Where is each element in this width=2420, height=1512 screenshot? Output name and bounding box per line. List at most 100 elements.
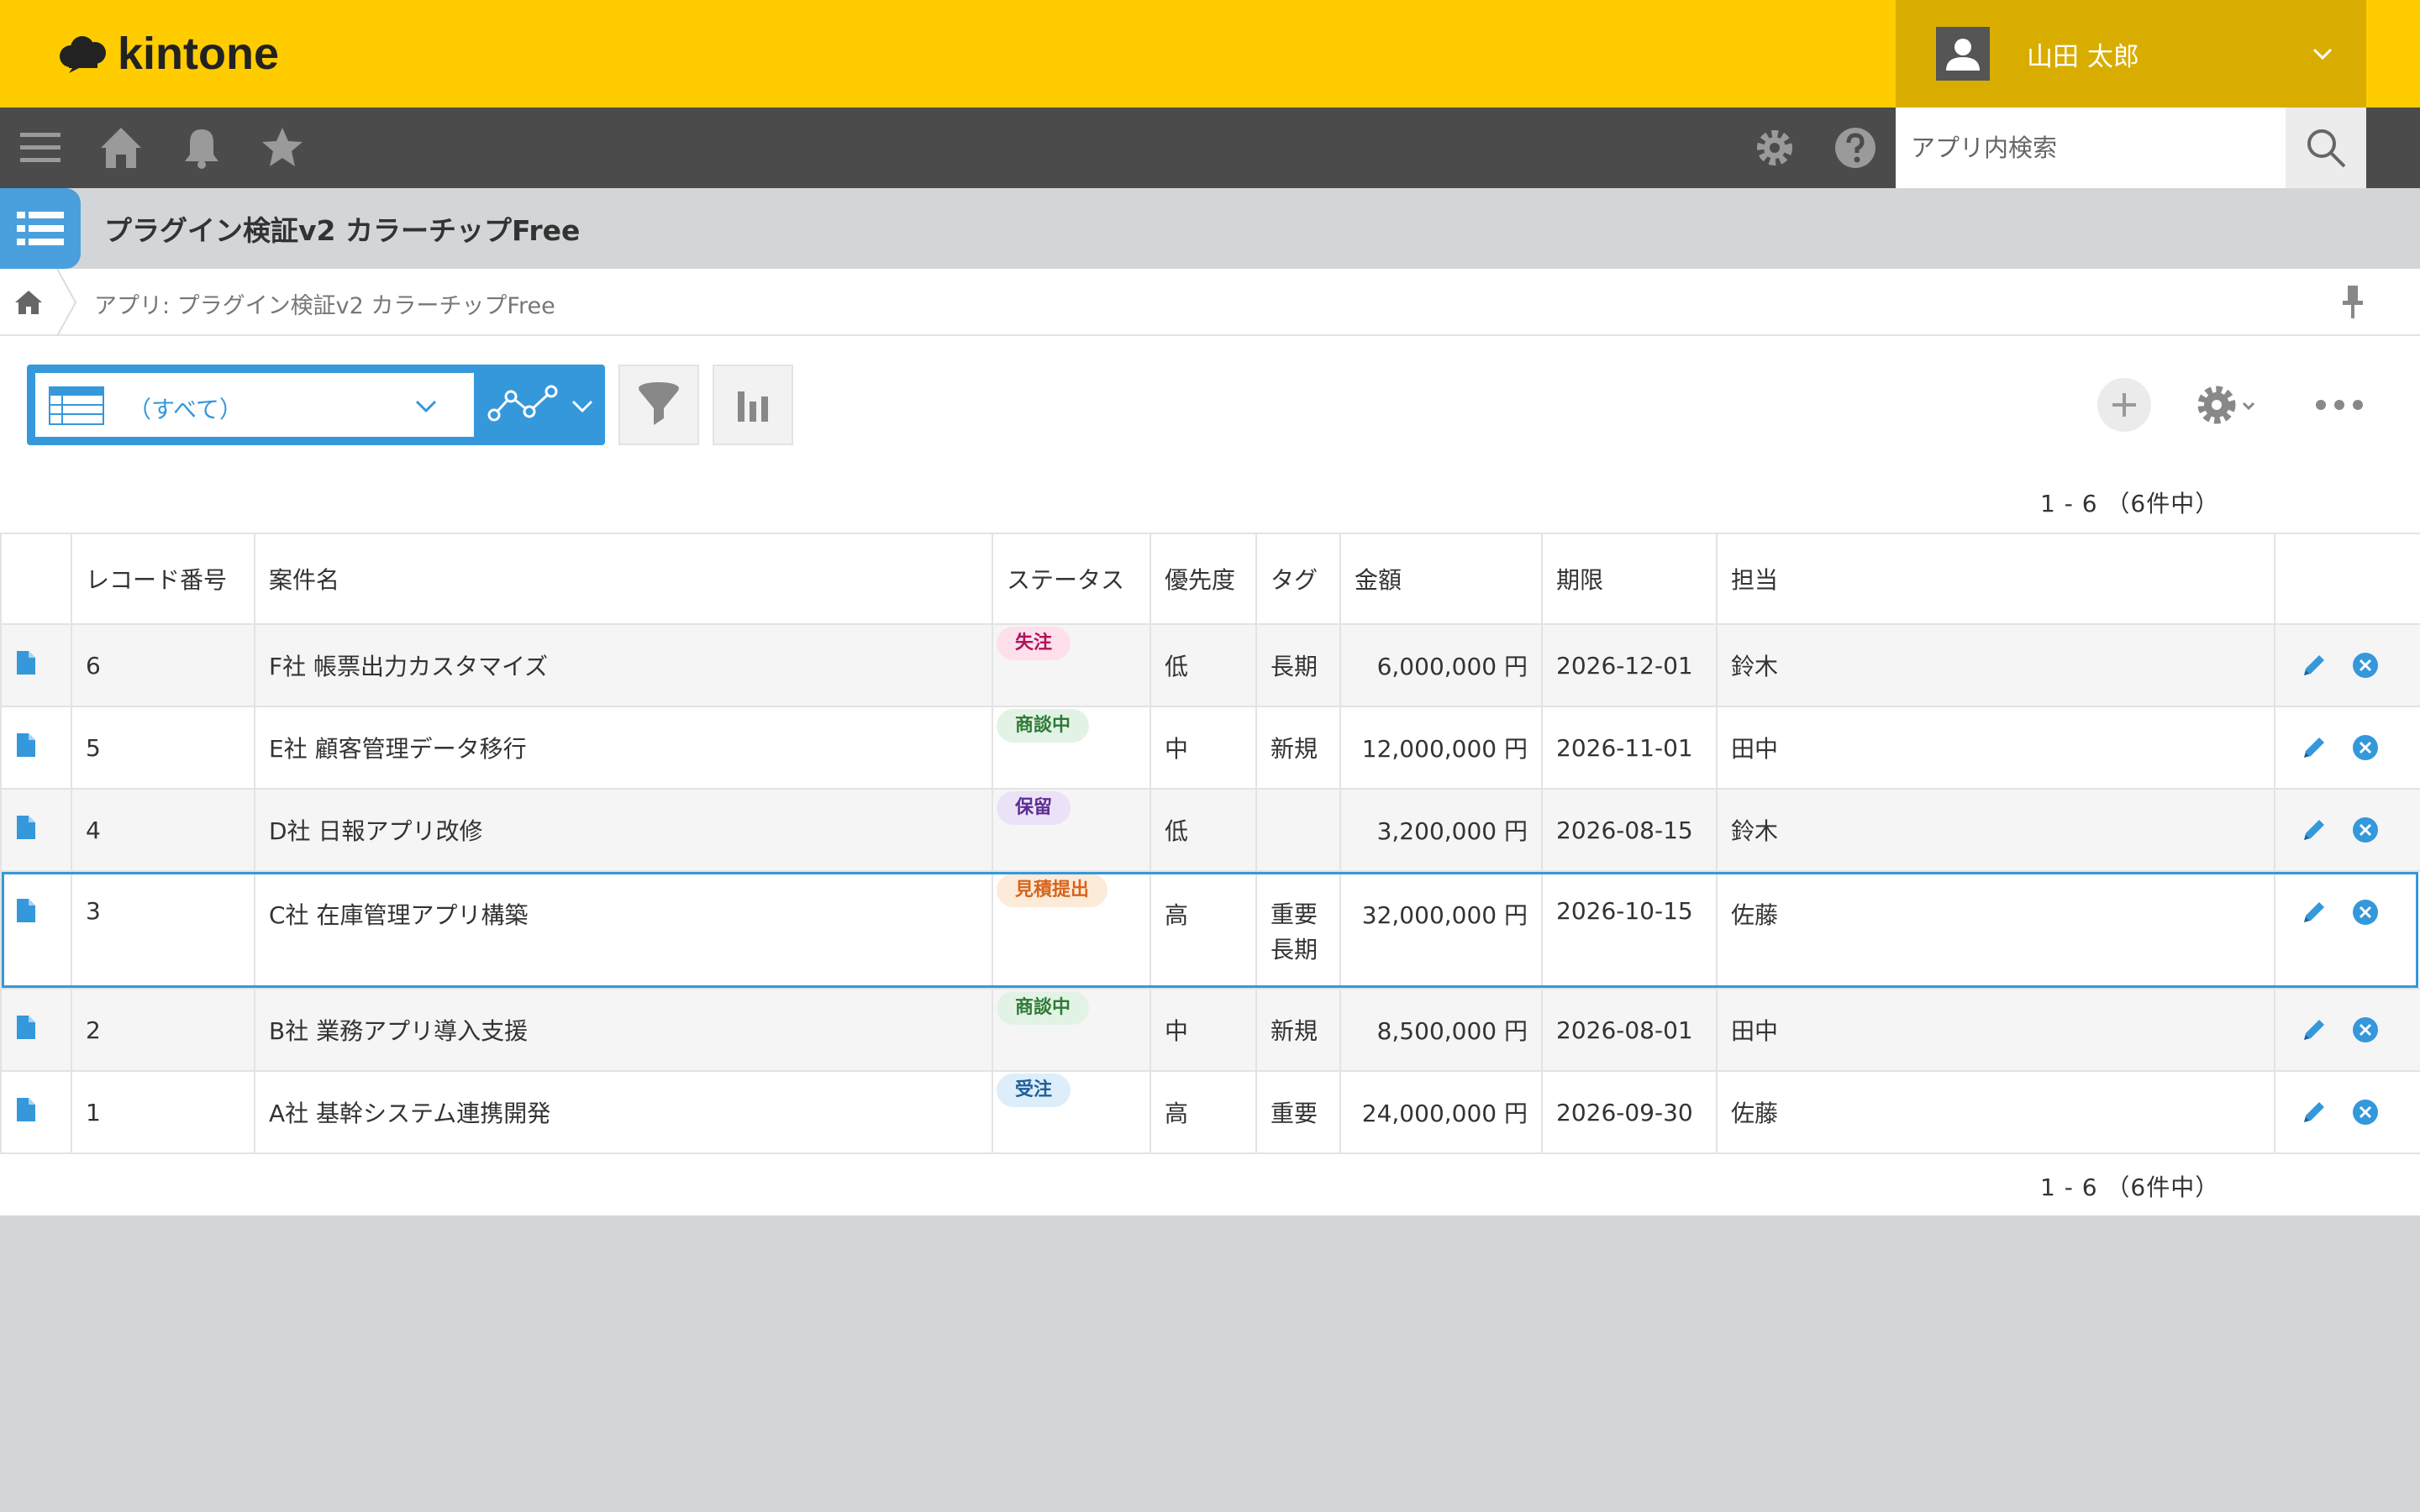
due-date: 2026-11-01 <box>1541 706 1718 790</box>
delete-x-icon[interactable] <box>2351 651 2380 680</box>
bell-icon[interactable] <box>178 124 225 171</box>
document-icon[interactable] <box>15 649 37 676</box>
record-detail-cell[interactable] <box>0 706 72 790</box>
status-cell: 見積提出 <box>992 870 1151 990</box>
help-icon[interactable] <box>1832 124 1879 171</box>
document-icon[interactable] <box>15 1096 37 1123</box>
star-icon[interactable] <box>259 124 306 171</box>
add-record-button[interactable] <box>2097 378 2151 432</box>
record-detail-cell[interactable] <box>0 988 72 1072</box>
edit-pencil-icon[interactable] <box>2299 815 2329 845</box>
priority: 中 <box>1150 988 1257 1072</box>
record-detail-cell[interactable] <box>0 870 72 990</box>
column-header[interactable]: ステータス <box>992 533 1151 625</box>
table-header-row: レコード番号 案件名 ステータス 優先度 タグ 金額 期限 担当 <box>0 533 2420 625</box>
list-icon <box>17 212 64 245</box>
due-date: 2026-12-01 <box>1541 623 1718 707</box>
app-list-icon[interactable] <box>0 188 81 269</box>
delete-x-icon[interactable] <box>2351 898 2380 927</box>
column-header[interactable]: 担当 <box>1716 533 2275 625</box>
breadcrumb-separator-icon <box>56 269 77 336</box>
table-row[interactable]: 6 F社 帳票出力カスタマイズ 失注 低長期 6,000,000 円 2026-12-01… <box>0 623 2420 707</box>
more-options-button[interactable] <box>2312 391 2366 418</box>
pin-icon[interactable] <box>2336 281 2370 323</box>
column-header[interactable]: 案件名 <box>254 533 993 625</box>
record-id: 4 <box>71 788 255 872</box>
column-header[interactable]: 金額 <box>1339 533 1543 625</box>
column-header[interactable]: 期限 <box>1541 533 1718 625</box>
delete-x-icon[interactable] <box>2351 1098 2380 1126</box>
document-icon[interactable] <box>15 814 37 841</box>
due-date: 2026-10-15 <box>1541 870 1718 990</box>
record-detail-cell[interactable] <box>0 1070 72 1154</box>
app-settings-button[interactable] <box>2193 380 2260 430</box>
edit-pencil-icon[interactable] <box>2299 897 2329 927</box>
tag-value: 重要 <box>1270 1100 1318 1127</box>
delete-x-icon[interactable] <box>2351 816 2380 844</box>
record-id: 1 <box>71 1070 255 1154</box>
graph-button[interactable] <box>713 365 793 445</box>
record-id: 2 <box>71 988 255 1072</box>
status-badge: 見積提出 <box>997 874 1108 907</box>
breadcrumb-app-link[interactable]: アプリ: プラグイン検証v2 カラーチップFree <box>94 287 555 320</box>
project-name: E社 顧客管理データ移行 <box>254 706 993 790</box>
app-search-input[interactable] <box>1896 108 2286 188</box>
priority: 低 <box>1150 623 1257 707</box>
header-actions-cell <box>2274 533 2420 625</box>
status-badge: 商談中 <box>997 991 1090 1025</box>
app-header: kintone 山田 太郎 <box>0 0 2420 108</box>
edit-pencil-icon[interactable] <box>2299 650 2329 680</box>
chevron-down-icon[interactable] <box>570 393 595 418</box>
kintone-logo[interactable]: kintone <box>57 29 279 79</box>
row-actions <box>2274 988 2420 1072</box>
tag-value: 新規 <box>1270 1017 1318 1045</box>
edit-pencil-icon[interactable] <box>2299 1097 2329 1127</box>
table-row[interactable]: 4 D社 日報アプリ改修 保留 低 3,200,000 円 2026-08-15 鈴木 <box>0 788 2420 872</box>
home-icon[interactable] <box>97 124 145 171</box>
document-icon[interactable] <box>15 732 37 759</box>
column-header[interactable]: 優先度 <box>1150 533 1257 625</box>
menu-icon[interactable] <box>17 124 64 171</box>
page-title: プラグイン検証v2 カラーチップFree <box>104 214 581 247</box>
bar-chart-icon <box>738 391 768 422</box>
gear-icon[interactable] <box>1751 124 1798 171</box>
table-row[interactable]: 5 E社 顧客管理データ移行 商談中 中新規 12,000,000 円 2026-11-0… <box>0 706 2420 790</box>
project-name: D社 日報アプリ改修 <box>254 788 993 872</box>
user-name: 山田 太郎 <box>2027 41 2139 72</box>
delete-x-icon[interactable] <box>2351 1016 2380 1044</box>
tag-value: 新規 <box>1270 735 1318 763</box>
view-dropdown[interactable]: （すべて） <box>35 373 474 437</box>
status-cell: 失注 <box>992 623 1151 707</box>
search-button[interactable] <box>2286 108 2366 188</box>
column-header[interactable]: タグ <box>1255 533 1341 625</box>
filter-button[interactable] <box>618 365 699 445</box>
record-detail-cell[interactable] <box>0 788 72 872</box>
delete-x-icon[interactable] <box>2351 733 2380 762</box>
edit-pencil-icon[interactable] <box>2299 1015 2329 1045</box>
edit-pencil-icon[interactable] <box>2299 732 2329 763</box>
owner: 佐藤 <box>1716 870 2275 990</box>
document-icon[interactable] <box>15 1014 37 1041</box>
filter-icon <box>639 382 679 425</box>
column-header[interactable]: レコード番号 <box>71 533 255 625</box>
record-id: 6 <box>71 623 255 707</box>
tags-cell: 重要 <box>1255 1070 1341 1154</box>
tag-value: 長期 <box>1270 936 1318 963</box>
row-actions <box>2274 623 2420 707</box>
record-detail-cell[interactable] <box>0 623 72 707</box>
view-selector[interactable]: （すべて） <box>27 365 605 445</box>
document-icon[interactable] <box>15 897 37 924</box>
table-row[interactable]: 2 B社 業務アプリ導入支援 商談中 中新規 8,500,000 円 2026-08-01… <box>0 988 2420 1072</box>
status-cell: 受注 <box>992 1070 1151 1154</box>
user-menu[interactable]: 山田 太郎 <box>1896 0 2366 108</box>
chevron-down-icon <box>415 400 437 413</box>
view-label: （すべて） <box>128 396 243 423</box>
chevron-down-icon <box>2312 48 2333 60</box>
table-row[interactable]: 3 C社 在庫管理アプリ構築 見積提出高重要 長期 32,000,000 円 2026-1… <box>0 870 2420 990</box>
table-row[interactable]: 1 A社 基幹システム連携開発 受注 高重要 24,000,000 円 2026-09-3… <box>0 1070 2420 1154</box>
owner: 鈴木 <box>1716 788 2275 872</box>
owner: 田中 <box>1716 706 2275 790</box>
graph-view-icon[interactable] <box>487 381 560 428</box>
amount: 32,000,000 円 <box>1339 870 1543 990</box>
breadcrumb-home-icon[interactable] <box>12 286 45 319</box>
